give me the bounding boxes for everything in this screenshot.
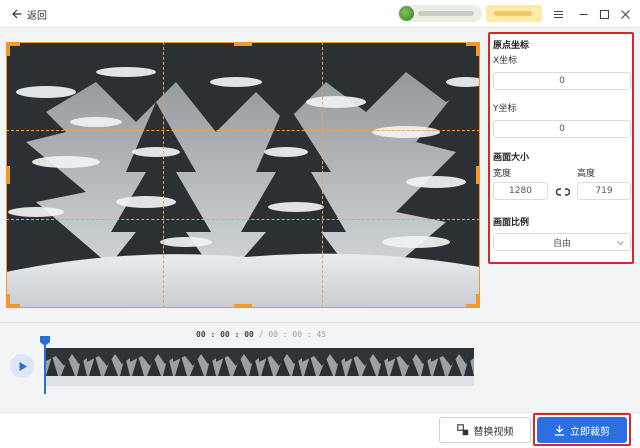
ratio-title: 画面比例	[493, 218, 530, 228]
video-preview[interactable]	[6, 42, 480, 308]
thumbnail-frame	[216, 348, 259, 386]
height-input[interactable]: 719	[577, 182, 631, 200]
thumbnail-frame	[345, 348, 388, 386]
x-coordinate-input[interactable]: 0	[493, 72, 631, 90]
crop-handle-bottom-right[interactable]	[476, 294, 480, 308]
crop-handle-right[interactable]	[476, 166, 480, 184]
minimize-icon	[579, 13, 587, 15]
close-icon	[620, 9, 630, 19]
crop-handle-top-right[interactable]	[476, 42, 480, 56]
crop-now-button[interactable]: 立即裁剪	[537, 417, 627, 443]
crop-handle-bottom[interactable]	[234, 304, 252, 308]
aspect-ratio-select[interactable]: 自由	[493, 233, 631, 251]
crop-now-label: 立即裁剪	[570, 426, 610, 438]
crop-settings-panel	[488, 32, 634, 264]
thumbnail-frames	[44, 348, 474, 386]
origin-title: 原点坐标	[493, 41, 530, 51]
current-hours: 00	[196, 330, 206, 339]
y-label: Y坐标	[493, 104, 517, 114]
thumbnail-frame	[87, 348, 130, 386]
avatar	[399, 6, 414, 21]
crop-handle-top[interactable]	[234, 42, 252, 46]
title-bar: 返回	[0, 0, 640, 28]
height-label: 高度	[577, 169, 596, 179]
width-label: 宽度	[493, 169, 512, 179]
replace-video-button[interactable]: 替换视频	[439, 417, 531, 443]
thumbnail-strip[interactable]	[44, 348, 474, 386]
thumbnail-frame	[130, 348, 173, 386]
replace-video-label: 替换视频	[473, 426, 514, 438]
back-arrow-icon	[12, 9, 22, 19]
aspect-ratio-value: 自由	[552, 238, 571, 249]
current-seconds: 00	[244, 330, 254, 339]
thumbnail-frame	[388, 348, 431, 386]
crop-handle-top-left[interactable]	[6, 42, 10, 56]
thumbnail-frame	[259, 348, 302, 386]
timecode: 00 : 00 : 00 / 00 : 00 : 45	[196, 330, 327, 339]
user-account[interactable]	[398, 5, 482, 22]
current-minutes: 00	[220, 330, 230, 339]
x-label: X坐标	[493, 56, 518, 66]
download-icon	[554, 425, 565, 436]
width-input[interactable]: 1280	[493, 182, 548, 200]
size-title: 画面大小	[493, 153, 530, 163]
thumbnail-frame	[44, 348, 87, 386]
maximize-icon	[599, 9, 609, 19]
link-icon[interactable]	[556, 187, 570, 197]
back-button[interactable]: 返回	[12, 6, 47, 22]
total-duration: 00 : 00 : 45	[268, 330, 327, 339]
crop-handle-bottom-left[interactable]	[6, 294, 10, 308]
thumbnail-frame	[302, 348, 345, 386]
menu-icon	[553, 10, 563, 18]
back-label: 返回	[27, 10, 47, 22]
thumbnail-frame	[173, 348, 216, 386]
play-button[interactable]	[10, 354, 34, 378]
maximize-button[interactable]	[596, 6, 612, 22]
play-icon	[19, 361, 27, 371]
chevron-down-icon	[617, 241, 624, 246]
user-name-blurred	[418, 11, 474, 16]
y-coordinate-input[interactable]: 0	[493, 120, 631, 138]
menu-button[interactable]	[550, 6, 566, 22]
vip-label-blurred	[494, 11, 532, 16]
vip-button[interactable]	[486, 5, 542, 22]
crop-handle-left[interactable]	[6, 166, 10, 184]
video-frame-image	[6, 42, 480, 308]
close-button[interactable]	[617, 6, 633, 22]
thumbnail-frame	[431, 348, 474, 386]
replace-icon	[456, 424, 468, 436]
minimize-button[interactable]	[575, 6, 591, 22]
